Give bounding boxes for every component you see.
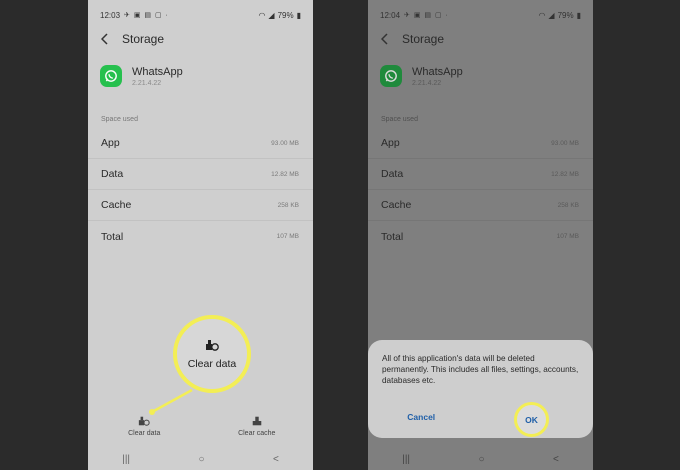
app-info: WhatsApp 2.21.4.22 bbox=[100, 65, 183, 87]
ok-highlight: OK bbox=[514, 402, 549, 437]
row-value: 258 KB bbox=[557, 201, 579, 209]
clear-cache-label: Clear cache bbox=[238, 430, 276, 437]
storage-row-cache: Cache 258 KB bbox=[88, 190, 313, 221]
status-time: 12:03 bbox=[100, 10, 121, 20]
signal-icon: ◢ bbox=[548, 10, 555, 20]
navigation-bar: ||| ○ < bbox=[368, 452, 593, 466]
confirm-dialog: All of this application's data will be d… bbox=[368, 340, 593, 438]
back-button[interactable] bbox=[378, 32, 392, 46]
app-name: WhatsApp bbox=[132, 66, 183, 78]
row-label: Total bbox=[101, 230, 124, 243]
row-label: Total bbox=[381, 230, 404, 243]
row-value: 258 KB bbox=[277, 201, 299, 209]
app-name: WhatsApp bbox=[412, 66, 463, 78]
row-label: Cache bbox=[381, 199, 412, 211]
dialog-message: All of this application's data will be d… bbox=[382, 354, 579, 385]
storage-actions: Clear data Clear cache bbox=[88, 415, 313, 437]
row-label: Data bbox=[381, 168, 404, 180]
callout-label: Clear data bbox=[187, 358, 237, 370]
storage-header: Storage bbox=[98, 30, 164, 48]
app-version: 2.21.4.22 bbox=[412, 80, 442, 87]
whatsapp-icon bbox=[100, 65, 122, 87]
status-bar: 12:04 ✈ ▣ ▤ ▢ · ◠ ◢ 79% ▮ bbox=[380, 8, 581, 22]
battery-percent: 79% bbox=[277, 10, 294, 20]
clear-data-label: Clear data bbox=[128, 430, 161, 437]
storage-row-data: Data 12.82 MB bbox=[368, 159, 593, 190]
row-label: App bbox=[381, 137, 400, 149]
clear-data-icon bbox=[206, 340, 219, 351]
clear-cache-button[interactable]: Clear cache bbox=[212, 415, 302, 437]
clear-data-icon bbox=[139, 416, 150, 426]
battery-icon: ▮ bbox=[296, 10, 301, 20]
row-value: 12.82 MB bbox=[271, 170, 299, 178]
home-button[interactable]: ○ bbox=[478, 454, 484, 465]
storage-row-total: Total 107 MB bbox=[368, 221, 593, 252]
dialog-buttons: Cancel bbox=[368, 412, 593, 422]
clear-data-callout: Clear data bbox=[173, 315, 251, 393]
wifi-icon: ◠ bbox=[258, 10, 266, 20]
battery-percent: 79% bbox=[557, 10, 574, 20]
page-title: Storage bbox=[122, 32, 165, 46]
whatsapp-icon bbox=[380, 65, 402, 87]
clear-data-button[interactable]: Clear data bbox=[99, 415, 189, 437]
space-used-label: Space used bbox=[381, 116, 418, 123]
row-value: 93.00 MB bbox=[271, 139, 299, 147]
nav-back-button[interactable]: < bbox=[553, 454, 559, 465]
storage-row-total: Total 107 MB bbox=[88, 221, 313, 252]
app-info: WhatsApp 2.21.4.22 bbox=[380, 65, 463, 87]
page-title: Storage bbox=[402, 32, 445, 46]
storage-row-cache: Cache 258 KB bbox=[368, 190, 593, 221]
row-label: Cache bbox=[101, 199, 132, 211]
battery-icon: ▮ bbox=[576, 10, 581, 20]
storage-list: App 93.00 MB Data 12.82 MB Cache 258 KB … bbox=[88, 128, 313, 252]
storage-row-app: App 93.00 MB bbox=[88, 128, 313, 159]
home-button[interactable]: ○ bbox=[198, 454, 204, 465]
signal-icon: ◢ bbox=[268, 10, 275, 20]
space-used-label: Space used bbox=[101, 116, 138, 123]
notification-icons: ✈ ▣ ▤ ▢ · bbox=[124, 12, 169, 19]
storage-row-app: App 93.00 MB bbox=[368, 128, 593, 159]
back-arrow-icon bbox=[101, 33, 108, 45]
app-version: 2.21.4.22 bbox=[132, 80, 162, 87]
status-time: 12:04 bbox=[380, 10, 401, 20]
storage-list: App 93.00 MB Data 12.82 MB Cache 258 KB … bbox=[368, 128, 593, 252]
status-bar: 12:03 ✈ ▣ ▤ ▢ · ◠ ◢ 79% ▮ bbox=[100, 8, 301, 22]
back-arrow-icon bbox=[381, 33, 388, 45]
row-label: App bbox=[101, 137, 120, 149]
row-value: 107 MB bbox=[276, 233, 299, 240]
notification-icons: ✈ ▣ ▤ ▢ · bbox=[404, 12, 449, 19]
recent-apps-button[interactable]: ||| bbox=[402, 454, 410, 465]
storage-header: Storage bbox=[378, 30, 444, 48]
cancel-button[interactable]: Cancel bbox=[407, 412, 435, 422]
phone-screen-left: 12:03 ✈ ▣ ▤ ▢ · ◠ ◢ 79% ▮ Storage WhatsA… bbox=[88, 0, 313, 470]
back-button[interactable] bbox=[98, 32, 112, 46]
ok-button[interactable]: OK bbox=[525, 415, 538, 425]
storage-row-data: Data 12.82 MB bbox=[88, 159, 313, 190]
row-value: 107 MB bbox=[556, 233, 579, 240]
navigation-bar: ||| ○ < bbox=[88, 452, 313, 466]
row-value: 93.00 MB bbox=[551, 139, 579, 147]
recent-apps-button[interactable]: ||| bbox=[122, 454, 130, 465]
nav-back-button[interactable]: < bbox=[273, 454, 279, 465]
row-label: Data bbox=[101, 168, 124, 180]
row-value: 12.82 MB bbox=[551, 170, 579, 178]
clear-cache-icon bbox=[252, 416, 262, 426]
phone-screen-right: 12:04 ✈ ▣ ▤ ▢ · ◠ ◢ 79% ▮ Storage WhatsA… bbox=[368, 0, 593, 470]
wifi-icon: ◠ bbox=[538, 10, 546, 20]
